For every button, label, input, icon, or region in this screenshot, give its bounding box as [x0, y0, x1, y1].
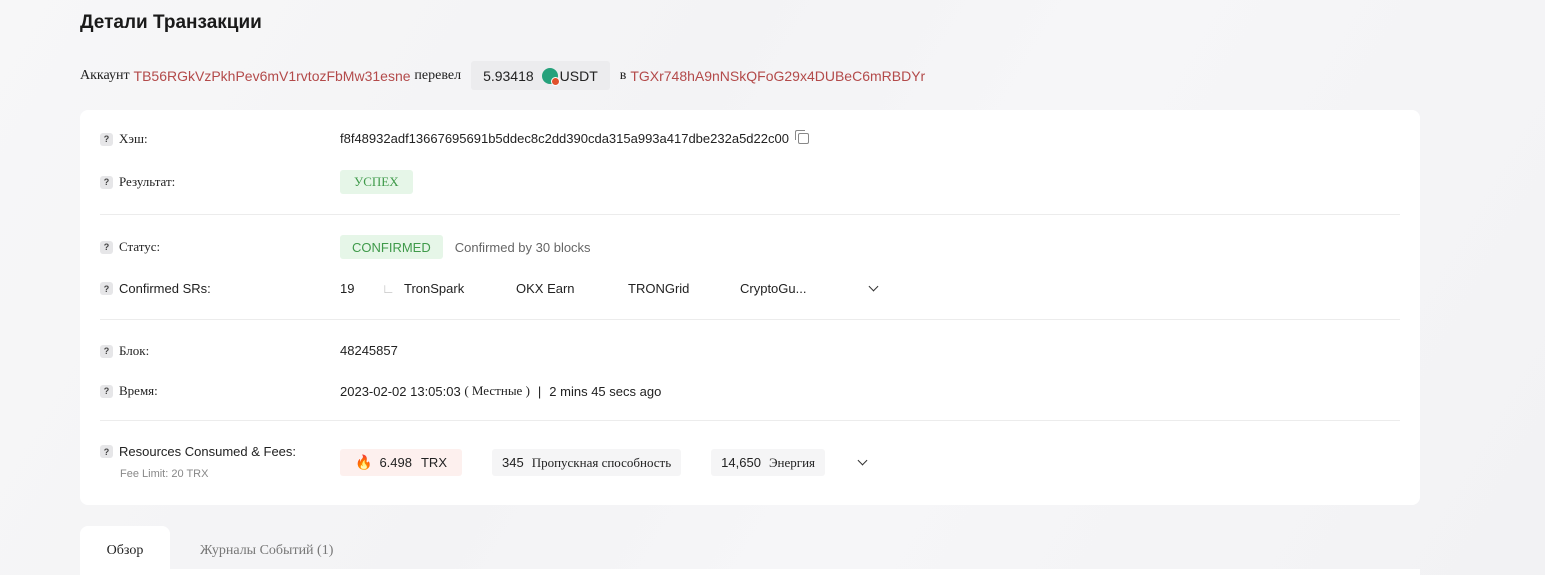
bandwidth-label: Пропускная способность: [531, 454, 672, 470]
divider: [100, 420, 1400, 421]
result-badge: УСПЕХ: [340, 170, 413, 194]
chevron-down-icon[interactable]: [857, 455, 868, 466]
resources-row: ? Resources Consumed & Fees:: [100, 444, 296, 459]
divider: [100, 214, 1400, 215]
hash-value-wrap: f8f48932adf13667695691b5ddec8c2dd390cda3…: [340, 130, 809, 146]
status-row: ? Статус:: [100, 239, 160, 255]
divider: [100, 319, 1400, 320]
fee-limit: Fee Limit: 20 TRX: [120, 468, 209, 480]
hash-label: Хэш:: [119, 131, 148, 146]
status-label: Статус:: [119, 239, 161, 254]
flame-icon: 🔥: [355, 454, 373, 470]
time-zone: ( Местные ): [464, 383, 530, 398]
from-address-link[interactable]: TB56RGkVzPkhPev6mV1rvtozFbMw31esne: [134, 68, 411, 84]
help-icon[interactable]: ?: [100, 344, 113, 358]
to-label: в: [619, 67, 627, 83]
bandwidth-amount: 345: [501, 455, 524, 470]
help-icon[interactable]: ?: [100, 132, 113, 146]
block-row: ? Блок:: [100, 343, 149, 359]
transfer-summary: Аккаунт TB56RGkVzPkhPev6mV1rvtozFbMw31es…: [80, 61, 925, 90]
energy-amount: 14,650: [721, 455, 761, 470]
block-label: Блок:: [119, 343, 150, 358]
transaction-details-card: ? Хэш: f8f48932adf13667695691b5ddec8c2dd…: [80, 110, 1420, 505]
result-value-wrap: УСПЕХ: [340, 170, 413, 194]
status-badge: CONFIRMED: [340, 235, 443, 259]
time-row: ? Время:: [100, 383, 158, 399]
trx-amount: 6.498: [379, 455, 412, 470]
confirmations-note: Confirmed by 30 blocks: [454, 239, 591, 255]
tree-branch-icon: ∟: [382, 281, 395, 296]
page-title: Детали Транзакции: [80, 12, 262, 33]
chevron-down-icon[interactable]: [868, 281, 879, 292]
result-label: Результат:: [119, 174, 176, 189]
help-icon[interactable]: ?: [100, 175, 113, 189]
tab-event-logs[interactable]: Журналы Событий (1): [200, 526, 333, 575]
confirmed-srs-list: 19 ∟ TronSpark OKX Earn TRONGrid CryptoG…: [340, 281, 900, 296]
help-icon[interactable]: ?: [100, 282, 113, 295]
sr-item[interactable]: TRONGrid: [628, 281, 740, 296]
trx-fee-pill: 🔥 6.498 TRX: [340, 449, 462, 476]
help-icon[interactable]: ?: [100, 445, 113, 458]
confirmed-srs-row: ? Confirmed SRs:: [100, 281, 211, 296]
time-datetime: 2023-02-02 13:05:03: [340, 383, 461, 399]
block-value-wrap: 48245857: [340, 343, 398, 358]
status-value-wrap: CONFIRMED Confirmed by 30 blocks: [340, 235, 591, 259]
energy-pill: 14,650 Энергия: [711, 449, 826, 476]
sr-item[interactable]: CryptoGu...: [740, 281, 870, 296]
time-label: Время:: [119, 383, 158, 398]
time-separator: |: [537, 383, 542, 399]
resources-values: 🔥 6.498 TRX 345 Пропускная способность 1…: [340, 449, 868, 476]
sr-count: 19: [340, 281, 355, 296]
copy-icon[interactable]: [794, 130, 809, 144]
tab-bar: Обзор Журналы Событий (1): [80, 526, 1420, 575]
tab-panel: [80, 569, 1420, 575]
token-usdt-icon: [541, 67, 560, 86]
time-value-wrap: 2023-02-02 13:05:03 ( Местные ) | 2 mins…: [340, 383, 661, 399]
energy-label: Энергия: [768, 454, 816, 470]
token-symbol[interactable]: USDT: [560, 68, 598, 84]
resources-label: Resources Consumed & Fees:: [119, 444, 297, 459]
hash-row: ? Хэш:: [100, 131, 148, 147]
hash-value: f8f48932adf13667695691b5ddec8c2dd390cda3…: [340, 131, 789, 146]
amount-value: 5.93418: [483, 67, 534, 84]
sr-item[interactable]: TronSpark: [404, 281, 516, 296]
time-relative: 2 mins 45 secs ago: [549, 383, 662, 399]
confirmed-srs-label: Confirmed SRs:: [119, 281, 211, 296]
help-icon[interactable]: ?: [100, 240, 113, 254]
sent-label: перевел: [414, 67, 462, 83]
trx-unit: TRX: [420, 455, 447, 470]
to-address-link[interactable]: TGXr748hA9nNSkQFoG29x4DUBeC6mRBDYr: [630, 68, 925, 84]
account-label: Аккаунт: [80, 67, 130, 83]
result-row: ? Результат:: [100, 174, 175, 190]
bandwidth-pill: 345 Пропускная способность: [491, 449, 682, 476]
amount-pill: 5.93418 USDT: [471, 61, 610, 90]
block-number[interactable]: 48245857: [340, 343, 398, 358]
tab-overview[interactable]: Обзор: [80, 526, 170, 575]
help-icon[interactable]: ?: [100, 384, 113, 398]
sr-item[interactable]: OKX Earn: [516, 281, 628, 296]
